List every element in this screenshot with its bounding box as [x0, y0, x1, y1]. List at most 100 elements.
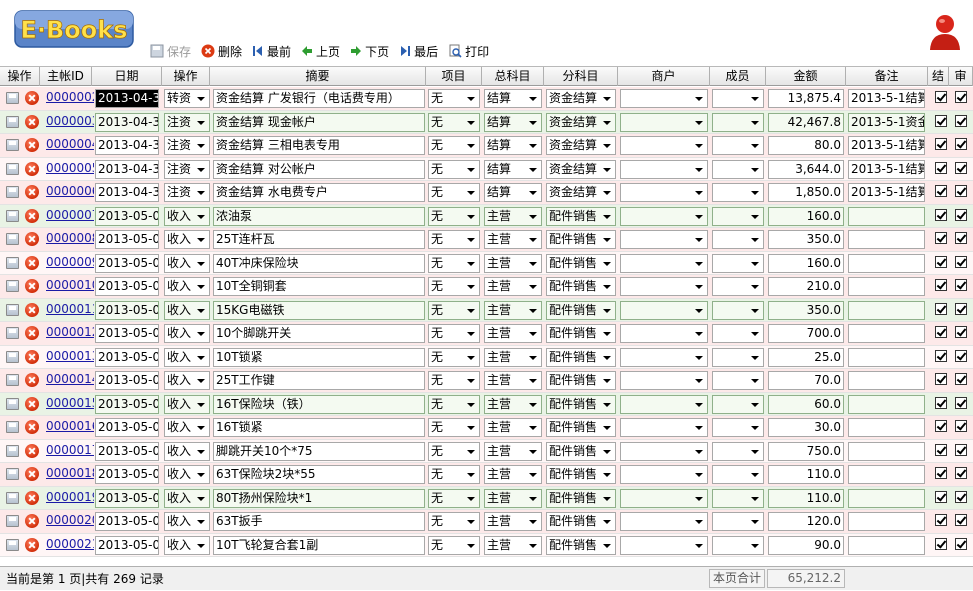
amount-field[interactable]: 25.0 [768, 347, 844, 367]
subcategory-select[interactable]: 配件销售 [546, 488, 616, 508]
table-row[interactable]: 00000032013-04-30注资资金结算 现金帐户无结算资金结算 42,46… [0, 110, 973, 134]
category-select[interactable]: 主营 [484, 300, 542, 320]
project-select[interactable]: 无 [428, 159, 480, 179]
date-field[interactable]: 2013-05-04 [95, 488, 159, 508]
settled-checkbox[interactable] [935, 161, 947, 174]
save-row-icon[interactable] [6, 139, 19, 151]
settled-checkbox[interactable] [935, 232, 947, 244]
table-row[interactable]: 00000172013-05-03收入脚跳开关10个*75无主营配件销售 750.… [0, 439, 973, 463]
delete-row-icon[interactable] [25, 185, 39, 199]
settled-checkbox[interactable] [935, 302, 947, 315]
audited-checkbox[interactable] [955, 208, 967, 221]
settled-checkbox[interactable] [935, 185, 947, 197]
table-row[interactable]: 00000052013-04-30注资资金结算 对公帐户无结算资金结算 3,644… [0, 157, 973, 181]
save-row-icon[interactable] [6, 92, 19, 104]
save-row-icon[interactable] [6, 303, 19, 316]
delete-row-icon[interactable] [25, 114, 39, 129]
summary-field[interactable]: 16T锁紧 [213, 418, 425, 437]
table-row[interactable]: 00000092013-05-02收入40T冲床保险块无主营配件销售 160.0 [0, 251, 973, 275]
save-row-icon[interactable] [6, 374, 19, 386]
operation-select[interactable]: 转资 [164, 89, 210, 108]
project-select[interactable]: 无 [428, 512, 480, 531]
audited-checkbox[interactable] [955, 373, 967, 385]
note-field[interactable]: 2013-5-1结算 [848, 159, 925, 179]
save-row-icon[interactable] [6, 162, 19, 175]
table-row[interactable]: 00000102013-05-02 收入10T全铜铜套无主营配件销售 210.0 [0, 275, 973, 299]
note-field[interactable] [848, 371, 925, 390]
amount-field[interactable]: 160.0 [768, 206, 844, 226]
note-field[interactable] [848, 324, 925, 343]
table-row[interactable]: 00000122013-05-02 收入10个脚跳开关无主营配件销售 700.0 [0, 322, 973, 346]
settled-checkbox[interactable] [935, 396, 947, 409]
category-select[interactable]: 结算 [484, 112, 542, 132]
category-select[interactable]: 主营 [484, 277, 542, 296]
summary-field[interactable]: 10T全铜铜套 [213, 277, 425, 296]
settled-checkbox[interactable] [935, 537, 947, 550]
table-row[interactable]: 00000082013-05-02 收入25T连杆瓦无主营配件销售 350.0 [0, 228, 973, 252]
category-select[interactable]: 主营 [484, 253, 542, 273]
category-select[interactable]: 主营 [484, 206, 542, 226]
subcategory-select[interactable]: 资金结算 [546, 136, 616, 155]
summary-field[interactable]: 16T保险块（铁） [213, 394, 425, 414]
delete-row-icon[interactable] [25, 373, 39, 387]
amount-field[interactable]: 90.0 [768, 535, 844, 555]
entry-id-link[interactable]: 0000020 [46, 512, 94, 531]
entry-id-link[interactable]: 0000007 [46, 207, 94, 226]
delete-button[interactable]: 删除 [201, 43, 242, 60]
subcategory-select[interactable]: 配件销售 [546, 465, 616, 484]
operation-select[interactable]: 注资 [164, 136, 210, 155]
audited-checkbox[interactable] [955, 255, 967, 268]
entry-id-link[interactable]: 0000009 [46, 254, 94, 273]
settled-checkbox[interactable] [935, 373, 947, 385]
summary-field[interactable]: 10个脚跳开关 [213, 324, 425, 343]
note-field[interactable] [848, 465, 925, 484]
date-field[interactable]: 2013-05-03 [95, 371, 159, 390]
note-field[interactable] [848, 512, 925, 531]
project-select[interactable]: 无 [428, 535, 480, 555]
table-row[interactable]: 00000182013-05-03 收入63T保险块2块*55无主营配件销售 110… [0, 463, 973, 487]
operation-select[interactable]: 收入 [164, 324, 210, 343]
subcategory-select[interactable]: 配件销售 [546, 206, 616, 226]
subcategory-select[interactable]: 配件销售 [546, 418, 616, 437]
member-select[interactable] [712, 277, 764, 296]
audited-checkbox[interactable] [955, 490, 967, 503]
summary-field[interactable]: 25T工作键 [213, 371, 425, 390]
merchant-select[interactable] [620, 112, 708, 132]
subcategory-select[interactable]: 配件销售 [546, 230, 616, 249]
audited-checkbox[interactable] [955, 114, 967, 127]
subcategory-select[interactable]: 配件销售 [546, 512, 616, 531]
audited-checkbox[interactable] [955, 396, 967, 409]
category-select[interactable]: 主营 [484, 394, 542, 414]
project-select[interactable]: 无 [428, 394, 480, 414]
operation-select[interactable]: 收入 [164, 488, 210, 508]
merchant-select[interactable] [620, 324, 708, 343]
settled-checkbox[interactable] [935, 467, 947, 479]
category-select[interactable]: 主营 [484, 371, 542, 390]
member-select[interactable] [712, 324, 764, 343]
operation-select[interactable]: 收入 [164, 300, 210, 320]
member-select[interactable] [712, 206, 764, 226]
entry-id-link[interactable]: 0000006 [46, 183, 94, 202]
category-select[interactable]: 主营 [484, 512, 542, 531]
operation-select[interactable]: 收入 [164, 394, 210, 414]
member-select[interactable] [712, 300, 764, 320]
amount-field[interactable]: 700.0 [768, 324, 844, 343]
date-field[interactable]: 2013-05-04 [95, 512, 159, 531]
member-select[interactable] [712, 253, 764, 273]
category-select[interactable]: 主营 [484, 441, 542, 461]
summary-field[interactable]: 浓油泵 [213, 206, 425, 226]
save-row-icon[interactable] [6, 233, 19, 245]
user-avatar-icon[interactable] [927, 12, 963, 52]
summary-field[interactable]: 80T扬州保险块*1 [213, 488, 425, 508]
table-row[interactable]: 00000162013-05-03 收入16T锁紧无主营配件销售 30.0 [0, 416, 973, 440]
subcategory-select[interactable]: 资金结算 [546, 89, 616, 108]
settled-checkbox[interactable] [935, 91, 947, 103]
column-header[interactable]: 结 [928, 67, 949, 86]
audited-checkbox[interactable] [955, 514, 967, 526]
merchant-select[interactable] [620, 159, 708, 179]
entry-id-link[interactable]: 0000014 [46, 371, 94, 390]
subcategory-select[interactable]: 配件销售 [546, 394, 616, 414]
date-field[interactable]: 2013-05-02 [95, 206, 159, 226]
audited-checkbox[interactable] [955, 537, 967, 550]
note-field[interactable] [848, 441, 925, 461]
